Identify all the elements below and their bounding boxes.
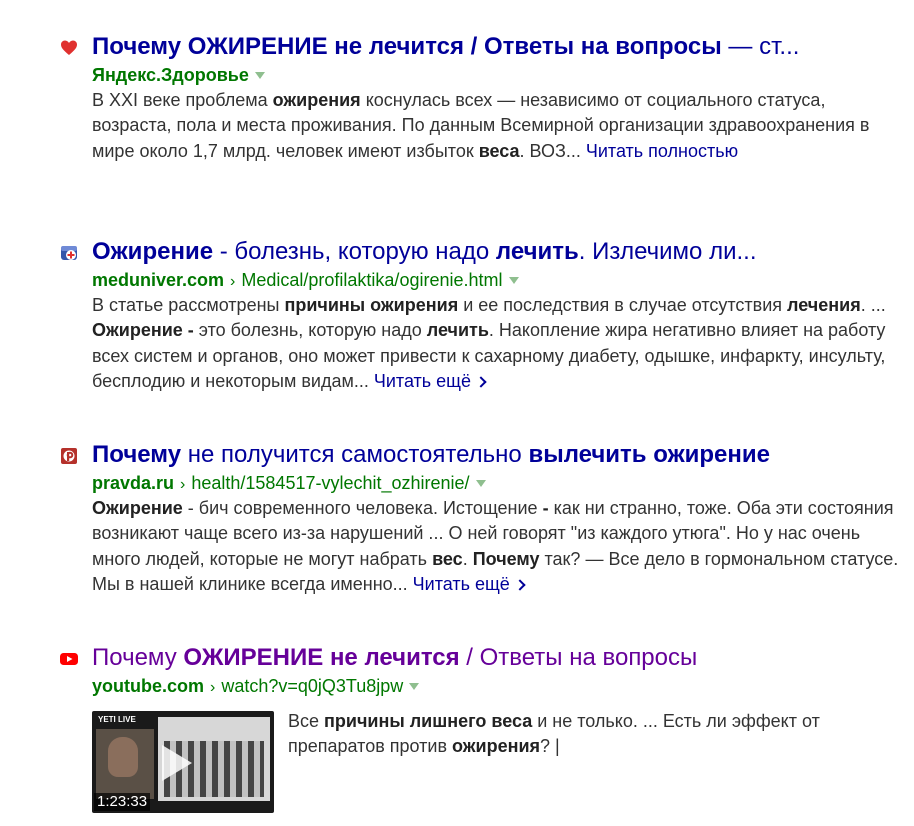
- result-site[interactable]: youtube.com: [92, 676, 204, 696]
- result-url[interactable]: youtube.com › watch?v=q0jQ3Tu8jpw: [92, 675, 420, 699]
- snippet-text: Все причины лишнего веса и не только. ..…: [288, 711, 820, 756]
- search-result-2: Ожирение - болезнь, которую надо лечить.…: [60, 235, 900, 405]
- text-segment: В XXI веке проблема: [92, 90, 273, 110]
- read-more-label[interactable]: Читать ещё: [413, 574, 510, 594]
- highlighted-text: веса: [478, 140, 520, 161]
- result-url[interactable]: meduniver.com › Medical/profilaktika/ogire…: [92, 269, 519, 293]
- highlighted-text: причины ожирения: [284, 295, 459, 315]
- chevron-right-icon[interactable]: [475, 376, 487, 388]
- search-results: Почему ОЖИРЕНИЕ не лечится / Ответы на в…: [0, 0, 914, 826]
- read-more-link[interactable]: Читать ещё: [374, 371, 487, 391]
- text-segment[interactable]: [323, 644, 330, 671]
- result-snippet: Ожирение - бич современного человека. Ис…: [92, 496, 900, 598]
- search-result-3: Почему не получится самостоятельно вылеч…: [60, 438, 900, 608]
- result-path[interactable]: health/1584517-vylechit_ozhirenie/: [191, 473, 469, 493]
- text-segment[interactable]: — ст...: [722, 33, 799, 60]
- text-segment: Все: [288, 711, 325, 731]
- pravda-logo-icon: [61, 448, 77, 464]
- snippet-text: В статье рассмотрены причины ожирения и …: [92, 295, 886, 391]
- result-title[interactable]: Ожирение - болезнь, которую надо лечить.…: [92, 235, 900, 269]
- result-snippet: В статье рассмотрены причины ожирения и …: [92, 293, 900, 395]
- thumbnail-person: [108, 737, 138, 777]
- video-thumbnail[interactable]: YETI LIVE 1:23:33: [92, 711, 274, 813]
- highlighted-text: причины лишнего веса: [324, 711, 533, 731]
- chevron-right-icon[interactable]: [514, 579, 526, 591]
- highlighted-text[interactable]: вылечить ожирение: [528, 441, 770, 468]
- text-segment: и ее последствия в случае отсутствия: [458, 295, 788, 315]
- play-icon[interactable]: [162, 745, 192, 781]
- highlighted-text[interactable]: ОЖИРЕНИЕ: [188, 33, 328, 60]
- snippet-text: В XXI веке проблема ожирения коснулась в…: [92, 90, 870, 161]
- text-segment[interactable]: не получится самостоятельно: [181, 441, 528, 468]
- read-more-link[interactable]: Читать полностью: [586, 141, 738, 161]
- highlighted-text: вес: [432, 548, 463, 569]
- text-segment[interactable]: . Излечимо ли...: [579, 238, 757, 265]
- result-site[interactable]: pravda.ru: [92, 473, 174, 493]
- dropdown-arrow-icon[interactable]: [254, 71, 265, 79]
- result-path[interactable]: Medical/profilaktika/ogirenie.html: [241, 270, 502, 290]
- channel-badge: YETI LIVE: [98, 715, 136, 724]
- search-result-1: Почему ОЖИРЕНИЕ не лечится / Ответы на в…: [60, 30, 900, 200]
- result-path[interactable]: watch?v=q0jQ3Tu8jpw: [221, 676, 403, 696]
- text-segment: В статье рассмотрены: [92, 295, 285, 315]
- result-snippet: Все причины лишнего веса и не только. ..…: [288, 709, 888, 760]
- heart-icon: [61, 40, 77, 55]
- text-segment: .: [462, 548, 473, 569]
- result-title-link[interactable]: Почему ОЖИРЕНИЕ не лечится / Ответы на в…: [92, 644, 697, 671]
- result-url[interactable]: Яндекс.Здоровье: [92, 64, 265, 86]
- highlighted-text[interactable]: Ожирение: [92, 238, 213, 265]
- result-title[interactable]: Почему ОЖИРЕНИЕ не лечится / Ответы на в…: [92, 641, 900, 675]
- text-segment[interactable]: / Ответы на вопросы: [460, 644, 697, 671]
- highlighted-text: лечить: [426, 320, 489, 341]
- video-duration: 1:23:33: [94, 793, 151, 811]
- text-segment: . ...: [860, 295, 886, 315]
- search-result-4: Почему ОЖИРЕНИЕ не лечится / Ответы на в…: [60, 641, 900, 821]
- highlighted-text[interactable]: ОЖИРЕНИЕ: [183, 644, 323, 671]
- medical-cross-icon: [61, 246, 77, 260]
- result-title-link[interactable]: Почему не получится самостоятельно вылеч…: [92, 441, 770, 468]
- highlighted-text[interactable]: Почему: [92, 441, 181, 468]
- text-segment[interactable]: Почему: [92, 644, 183, 671]
- result-site[interactable]: meduniver.com: [92, 270, 224, 290]
- read-more-link[interactable]: Читать ещё: [413, 574, 526, 594]
- highlighted-text[interactable]: лечить: [496, 238, 579, 265]
- text-segment: ? |: [540, 736, 560, 757]
- highlighted-text[interactable]: не лечится: [330, 644, 460, 671]
- result-site[interactable]: Яндекс.Здоровье: [92, 65, 249, 85]
- breadcrumb-separator: ›: [180, 476, 186, 493]
- dropdown-arrow-icon[interactable]: [409, 682, 420, 690]
- highlighted-text: ожирения: [272, 90, 361, 110]
- text-segment: это болезнь, которую надо: [193, 320, 427, 341]
- text-segment[interactable]: - болезнь, которую надо: [213, 238, 496, 265]
- breadcrumb-separator: ›: [210, 679, 216, 696]
- result-title-link[interactable]: Ожирение - болезнь, которую надо лечить.…: [92, 238, 756, 265]
- highlighted-text: лечения: [787, 295, 861, 315]
- dropdown-arrow-icon[interactable]: [508, 276, 519, 284]
- result-snippet: В XXI веке проблема ожирения коснулась в…: [92, 88, 900, 164]
- highlighted-text: ожирения: [452, 736, 541, 757]
- result-title[interactable]: Почему не получится самостоятельно вылеч…: [92, 438, 900, 472]
- breadcrumb-separator: ›: [230, 273, 236, 290]
- result-title-link[interactable]: Почему ОЖИРЕНИЕ не лечится / Ответы на в…: [92, 33, 799, 60]
- highlighted-text: Почему: [472, 548, 540, 569]
- read-more-label[interactable]: Читать ещё: [374, 371, 471, 391]
- text-segment: . ВОЗ...: [519, 140, 586, 161]
- result-url[interactable]: pravda.ru › health/1584517-vylechit_ozhire…: [92, 472, 486, 496]
- highlighted-text: Ожирение: [92, 498, 183, 518]
- highlighted-text[interactable]: Почему: [92, 33, 188, 60]
- youtube-icon: [60, 653, 78, 665]
- text-segment: - бич современного человека. Истощение: [182, 498, 543, 518]
- dropdown-arrow-icon[interactable]: [475, 479, 486, 487]
- highlighted-text: Ожирение -: [92, 320, 194, 341]
- result-title[interactable]: Почему ОЖИРЕНИЕ не лечится / Ответы на в…: [92, 30, 900, 64]
- highlighted-text[interactable]: не лечится / Ответы на вопросы: [328, 33, 721, 60]
